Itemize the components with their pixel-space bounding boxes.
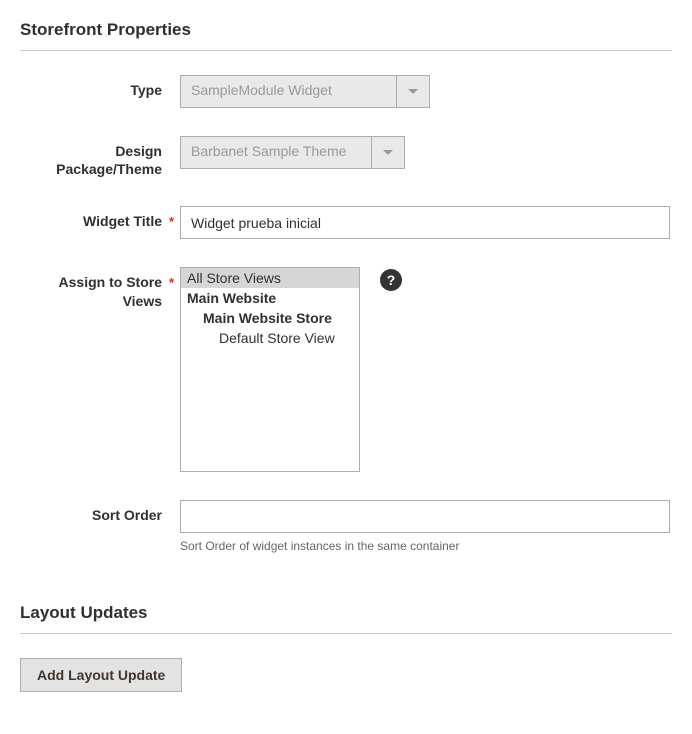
label-store-views: Assign to Store Views (20, 267, 180, 309)
label-sort-order: Sort Order (20, 500, 180, 524)
select-type-value: SampleModule Widget (181, 76, 396, 107)
widget-title-input[interactable] (180, 206, 670, 239)
field-sort-order: Sort Order Sort Order of widget instance… (20, 500, 672, 553)
field-theme: Design Package/Theme Barbanet Sample The… (20, 136, 672, 178)
option-default-store-view[interactable]: Default Store View (181, 328, 359, 348)
caret-box (371, 137, 404, 168)
option-main-website-store[interactable]: Main Website Store (181, 308, 359, 328)
select-type: SampleModule Widget (180, 75, 430, 108)
label-theme: Design Package/Theme (20, 136, 180, 178)
chevron-down-icon (383, 150, 393, 155)
section-title-storefront: Storefront Properties (20, 20, 672, 51)
sort-order-input[interactable] (180, 500, 670, 533)
select-theme-value: Barbanet Sample Theme (181, 137, 371, 168)
section-title-layout: Layout Updates (20, 603, 672, 634)
store-views-multiselect[interactable]: All Store Views Main Website Main Websit… (180, 267, 360, 472)
label-widget-title: Widget Title (20, 206, 180, 230)
help-icon[interactable]: ? (380, 269, 402, 291)
label-type: Type (20, 75, 180, 99)
field-store-views: Assign to Store Views All Store Views Ma… (20, 267, 672, 472)
select-theme: Barbanet Sample Theme (180, 136, 405, 169)
field-widget-title: Widget Title (20, 206, 672, 239)
field-type: Type SampleModule Widget (20, 75, 672, 108)
add-layout-update-button[interactable]: Add Layout Update (20, 658, 182, 692)
caret-box (396, 76, 429, 107)
option-main-website[interactable]: Main Website (181, 288, 359, 308)
option-all-store-views[interactable]: All Store Views (181, 268, 359, 288)
sort-order-note: Sort Order of widget instances in the sa… (180, 539, 672, 553)
chevron-down-icon (408, 89, 418, 94)
